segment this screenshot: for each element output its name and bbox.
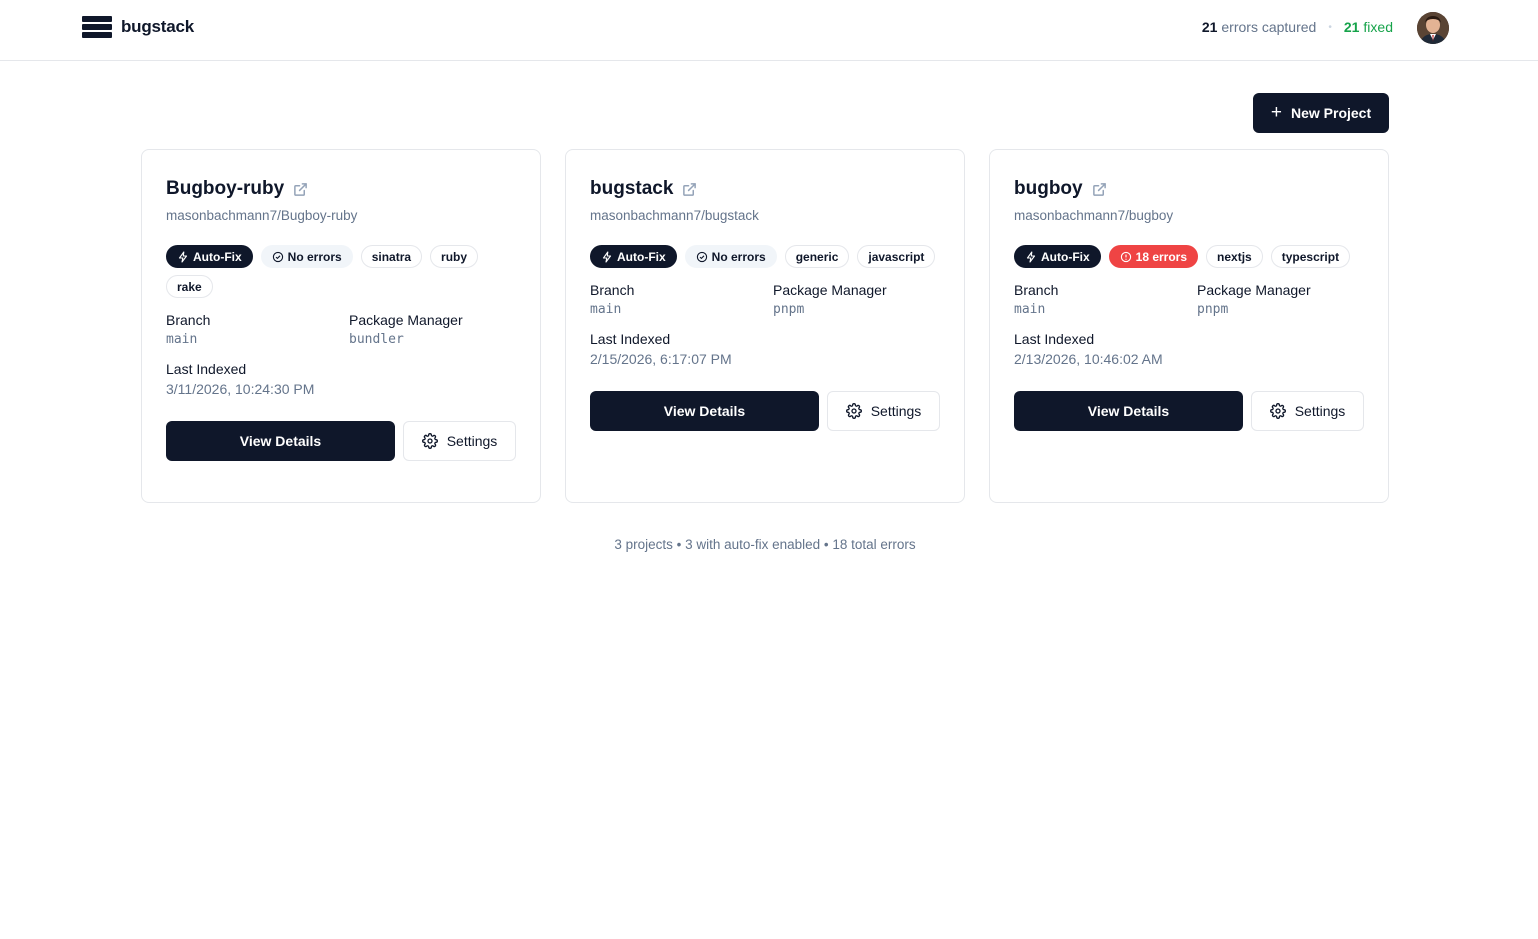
package-manager-value: pnpm — [1197, 302, 1229, 317]
autofix-label: Auto-Fix — [193, 249, 242, 264]
stats-separator: • — [1328, 21, 1332, 33]
project-name: Bugboy-ruby — [166, 178, 285, 199]
bolt-icon — [1026, 250, 1036, 263]
errors-captured-count: 21 — [1201, 19, 1218, 35]
autofix-label: Auto-Fix — [1041, 249, 1090, 264]
package-manager-label: Package Manager — [773, 282, 887, 298]
top-bar: bugstack 21 errors captured • 21 fixed — [0, 0, 1538, 61]
last-indexed-value: 2/13/2026, 10:46:02 AM — [1014, 351, 1163, 367]
badge-list: Auto-Fix 18 errors nextjs typescript — [1014, 245, 1364, 268]
status-label: 18 errors — [1135, 249, 1188, 264]
project-card: bugboy masonbachmann7/bugboy Auto-Fix 18… — [989, 149, 1389, 503]
repo-path: masonbachmann7/bugstack — [590, 208, 759, 223]
branch-label: Branch — [1014, 282, 1059, 298]
external-link-icon[interactable] — [1092, 182, 1107, 197]
status-badge: No errors — [684, 245, 777, 268]
user-avatar-icon — [1417, 12, 1449, 44]
settings-label: Settings — [446, 433, 498, 449]
project-name: bugstack — [590, 178, 674, 199]
repo-path: masonbachmann7/Bugboy-ruby — [166, 208, 358, 223]
package-manager-label: Package Manager — [349, 312, 463, 328]
project-meta: Branch main Package Manager pnpm Last In… — [590, 282, 940, 367]
tag-badge: nextjs — [1206, 245, 1263, 268]
view-details-button[interactable]: View Details — [166, 421, 395, 461]
repo-path: masonbachmann7/bugboy — [1014, 208, 1174, 223]
autofix-badge: Auto-Fix — [166, 245, 253, 268]
new-project-label: New Project — [1290, 105, 1372, 121]
plus-icon: + — [1270, 101, 1282, 123]
package-manager-label: Package Manager — [1197, 282, 1311, 298]
tag-badge: rake — [166, 275, 213, 298]
branch-value: main — [1014, 302, 1046, 317]
check-circle-icon — [696, 251, 707, 262]
settings-button[interactable]: Settings — [827, 391, 940, 431]
projects-summary: 3 projects • 3 with auto-fix enabled • 1… — [614, 537, 916, 552]
errors-captured-label: errors captured — [1221, 19, 1317, 35]
autofix-badge: Auto-Fix — [590, 245, 677, 268]
view-details-button[interactable]: View Details — [590, 391, 819, 431]
settings-label: Settings — [870, 403, 922, 419]
project-name: bugboy — [1014, 178, 1083, 199]
check-circle-icon — [272, 251, 283, 262]
project-meta: Branch main Package Manager pnpm Last In… — [1014, 282, 1364, 367]
project-meta: Branch main Package Manager bundler Last… — [166, 312, 516, 397]
tag-badge: typescript — [1270, 245, 1351, 268]
view-details-button[interactable]: View Details — [1014, 391, 1243, 431]
brand[interactable]: bugstack — [82, 16, 194, 38]
settings-label: Settings — [1294, 403, 1346, 419]
gear-icon — [1269, 403, 1286, 419]
status-label: No errors — [711, 249, 766, 264]
status-label: No errors — [287, 249, 342, 264]
tag-badge: ruby — [430, 245, 479, 268]
error-count-badge: 18 errors — [1108, 245, 1199, 268]
tag-badge: javascript — [857, 245, 936, 268]
project-card: bugstack masonbachmann7/bugstack Auto-Fi… — [565, 149, 965, 503]
project-card: Bugboy-ruby masonbachmann7/Bugboy-ruby A… — [141, 149, 541, 503]
branch-value: main — [590, 302, 622, 317]
last-indexed-label: Last Indexed — [166, 361, 247, 377]
external-link-icon[interactable] — [682, 182, 697, 197]
alert-circle-icon — [1120, 251, 1131, 262]
fixed-label: fixed — [1363, 19, 1393, 35]
branch-value: main — [166, 332, 198, 347]
external-link-icon[interactable] — [293, 182, 308, 197]
last-indexed-label: Last Indexed — [590, 331, 671, 347]
settings-button[interactable]: Settings — [1251, 391, 1364, 431]
bolt-icon — [602, 250, 612, 263]
stack-logo-icon — [82, 16, 112, 38]
tag-badge: generic — [784, 245, 850, 268]
error-stats: 21 errors captured • 21 fixed — [1202, 19, 1393, 35]
branch-label: Branch — [166, 312, 211, 328]
last-indexed-value: 3/11/2026, 10:24:30 PM — [166, 381, 315, 397]
badge-list: Auto-Fix No errors generic javascript — [590, 245, 940, 268]
badge-list: Auto-Fix No errors sinatra ruby rake — [166, 245, 516, 298]
gear-icon — [421, 433, 438, 449]
brand-name: bugstack — [121, 17, 195, 36]
package-manager-value: bundler — [349, 332, 404, 347]
bolt-icon — [178, 250, 188, 263]
fixed-count: 21 — [1343, 19, 1360, 35]
settings-button[interactable]: Settings — [403, 421, 516, 461]
tag-badge: sinatra — [360, 245, 423, 268]
status-badge: No errors — [260, 245, 353, 268]
last-indexed-label: Last Indexed — [1014, 331, 1095, 347]
autofix-label: Auto-Fix — [617, 249, 666, 264]
new-project-button[interactable]: + New Project — [1253, 93, 1389, 133]
last-indexed-value: 2/15/2026, 6:17:07 PM — [590, 351, 732, 367]
autofix-badge: Auto-Fix — [1014, 245, 1101, 268]
avatar[interactable] — [1417, 12, 1449, 44]
gear-icon — [845, 403, 862, 419]
package-manager-value: pnpm — [773, 302, 805, 317]
branch-label: Branch — [590, 282, 635, 298]
